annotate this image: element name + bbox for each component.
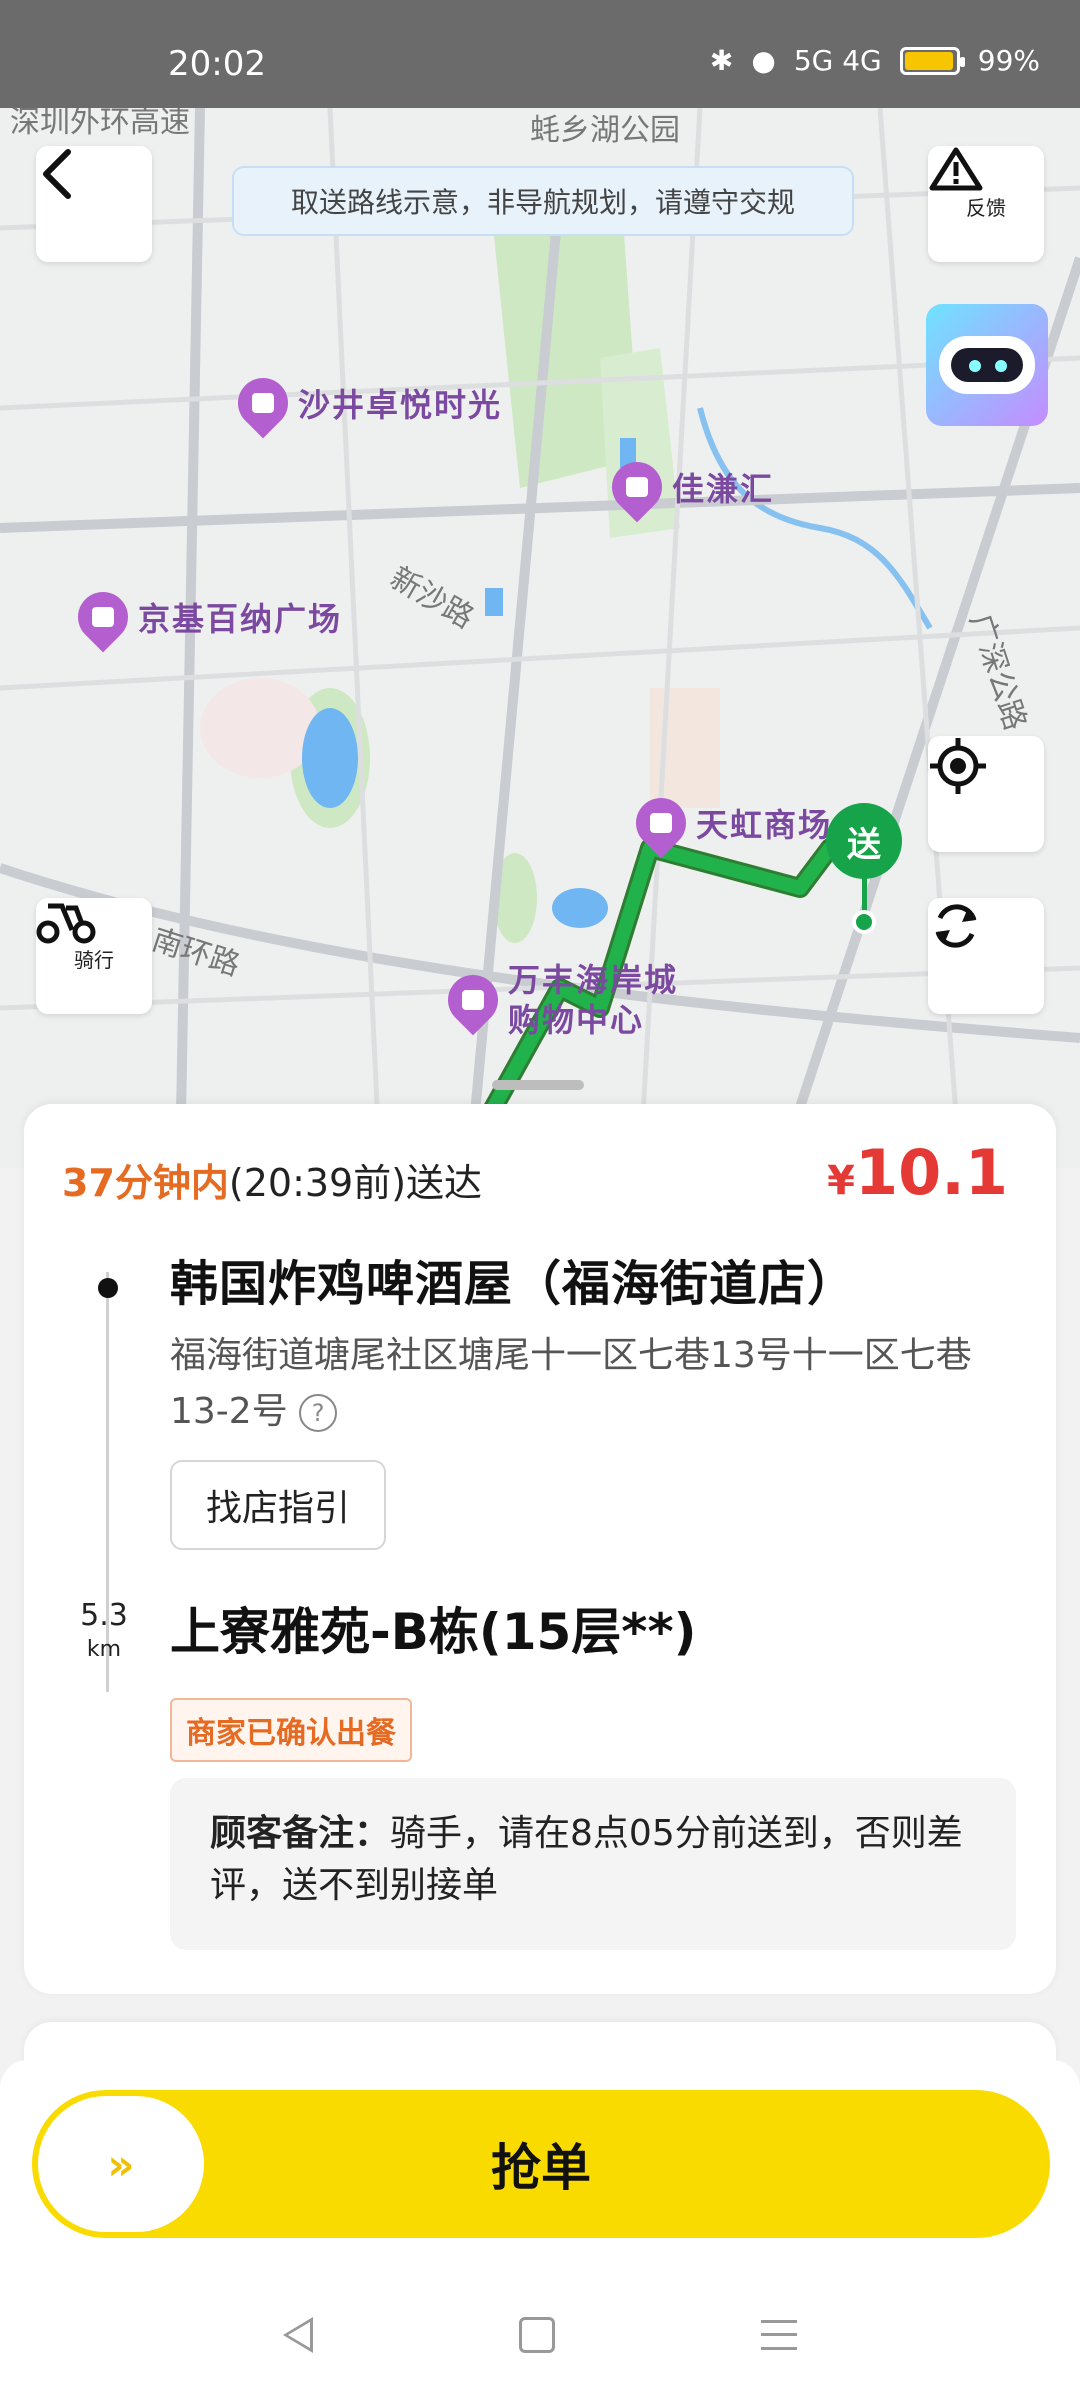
poi-label: 佳溓汇 [672, 470, 775, 508]
customer-note: 顾客备注：骑手，请在8点05分前送到，否则差评，送不到别接单 [170, 1778, 1016, 1950]
ride-mode-label: 骑行 [74, 947, 114, 972]
pickup-shop-name: 韩国炸鸡啤酒屋（福海街道店） [170, 1256, 857, 1312]
deliver-marker: 送 [826, 803, 902, 879]
shopping-bag-icon [601, 451, 673, 523]
route-disclaimer-banner: 取送路线示意，非导航规划，请遵守交规 [232, 166, 854, 236]
poi-label: 万丰海岸城 [508, 961, 679, 999]
road-label-xinsha: 新沙路 [384, 561, 479, 636]
distance-value: 5.3 [80, 1598, 128, 1633]
shopping-bag-icon [437, 964, 509, 1036]
shopping-bag-icon [625, 787, 697, 859]
shopping-bag-icon [227, 367, 299, 439]
poi-label: 天虹商场 [696, 806, 833, 844]
poi-label: 京基百纳广场 [138, 600, 343, 638]
distance: 5.3 km [72, 1598, 136, 1662]
destination-name: 上寮雅苑-B栋(15层**) [170, 1603, 697, 1661]
road-label-guangshen: 广深公路 [962, 610, 1032, 735]
chevron-left-icon [43, 149, 71, 199]
nav-back-icon[interactable] [283, 2317, 313, 2353]
locate-button[interactable] [928, 736, 1044, 852]
slider-knob[interactable]: » [38, 2096, 204, 2232]
status-time: 20:02 [168, 44, 266, 84]
road-label-expressway: 深圳外环高速 [10, 108, 190, 140]
scooter-icon [36, 903, 96, 944]
poi-label: 购物中心 [508, 1001, 645, 1039]
shop-guide-button[interactable]: 找店指引 [170, 1460, 386, 1550]
note-label: 顾客备注： [210, 1813, 391, 1854]
grab-order-slider[interactable]: 抢单 » [32, 2090, 1050, 2238]
refresh-button[interactable] [928, 898, 1044, 1014]
battery-percent: 99% [977, 44, 1040, 77]
road-label-park: 蚝乡湖公园 [530, 113, 680, 148]
status-bar: 20:02 ✱ ● 5G 4G 99% [0, 0, 1080, 108]
refresh-icon [935, 904, 977, 948]
bluetooth-icon: ✱ [709, 44, 734, 77]
poi-label-group: 万丰海岸城 购物中心 [508, 960, 678, 1040]
deliver-point [852, 910, 876, 934]
double-chevron-right-icon: » [107, 2139, 135, 2189]
locate-crosshair-icon [930, 738, 986, 794]
status-icons: ✱ ● 5G 4G 99% [710, 44, 1040, 77]
assistant-robot-button[interactable] [926, 304, 1048, 426]
battery-icon [899, 46, 965, 75]
back-button[interactable] [36, 146, 152, 262]
nav-home-icon[interactable] [519, 2317, 555, 2353]
network-icon: 5G 4G [793, 44, 882, 77]
price-currency: ¥ [827, 1158, 856, 1204]
delivery-eta: 37分钟内(20:39前)送达 [62, 1152, 482, 1207]
help-icon[interactable]: ? [299, 1394, 338, 1432]
poi-label: 沙井卓悦时光 [298, 386, 503, 424]
price-value: 10.1 [855, 1136, 1008, 1209]
poi-jingji[interactable]: 京基百纳广场 [67, 581, 343, 653]
shopping-bag-icon [67, 581, 139, 653]
order-price: ¥10.1 [827, 1136, 1008, 1209]
robot-icon [939, 336, 1035, 394]
warning-triangle-icon [929, 147, 983, 191]
eta-duration: 37分钟内 [62, 1161, 229, 1205]
ride-mode-button[interactable]: 骑行 [36, 898, 152, 1014]
feedback-button[interactable]: 反馈 [928, 146, 1044, 262]
poi-jiayi[interactable]: 佳溓汇 [601, 451, 775, 523]
nav-menu-icon[interactable] [761, 2320, 797, 2350]
poi-tianhong[interactable]: 天虹商场 [625, 787, 833, 859]
poi-shajing[interactable]: 沙井卓悦时光 [227, 367, 503, 439]
pickup-dot [98, 1278, 118, 1298]
poi-wanfeng[interactable]: 万丰海岸城 购物中心 [437, 960, 678, 1040]
location-icon: ● [751, 44, 776, 77]
eta-deadline: (20:39前)送达 [228, 1161, 483, 1205]
status-badge: 商家已确认出餐 [170, 1698, 412, 1762]
pickup-address: 福海街道塘尾社区塘尾十一区七巷13号十一区七巷13-2号 ? [170, 1328, 1010, 1440]
system-nav-bar [0, 2290, 1080, 2380]
order-card[interactable]: 37分钟内(20:39前)送达 ¥10.1 韩国炸鸡啤酒屋（福海街道店） 福海街… [24, 1104, 1056, 1994]
pickup-address-text: 福海街道塘尾社区塘尾十一区七巷13号十一区七巷13-2号 [170, 1335, 972, 1432]
sheet-drag-handle[interactable] [492, 1080, 584, 1090]
route-map[interactable]: 新沙路 南环路 广深公路 蚝乡湖公园 深圳外环高速 沙井卓悦时光 佳溓汇 京基百… [0, 108, 1080, 1168]
feedback-label: 反馈 [966, 195, 1006, 220]
distance-unit: km [86, 1637, 122, 1662]
